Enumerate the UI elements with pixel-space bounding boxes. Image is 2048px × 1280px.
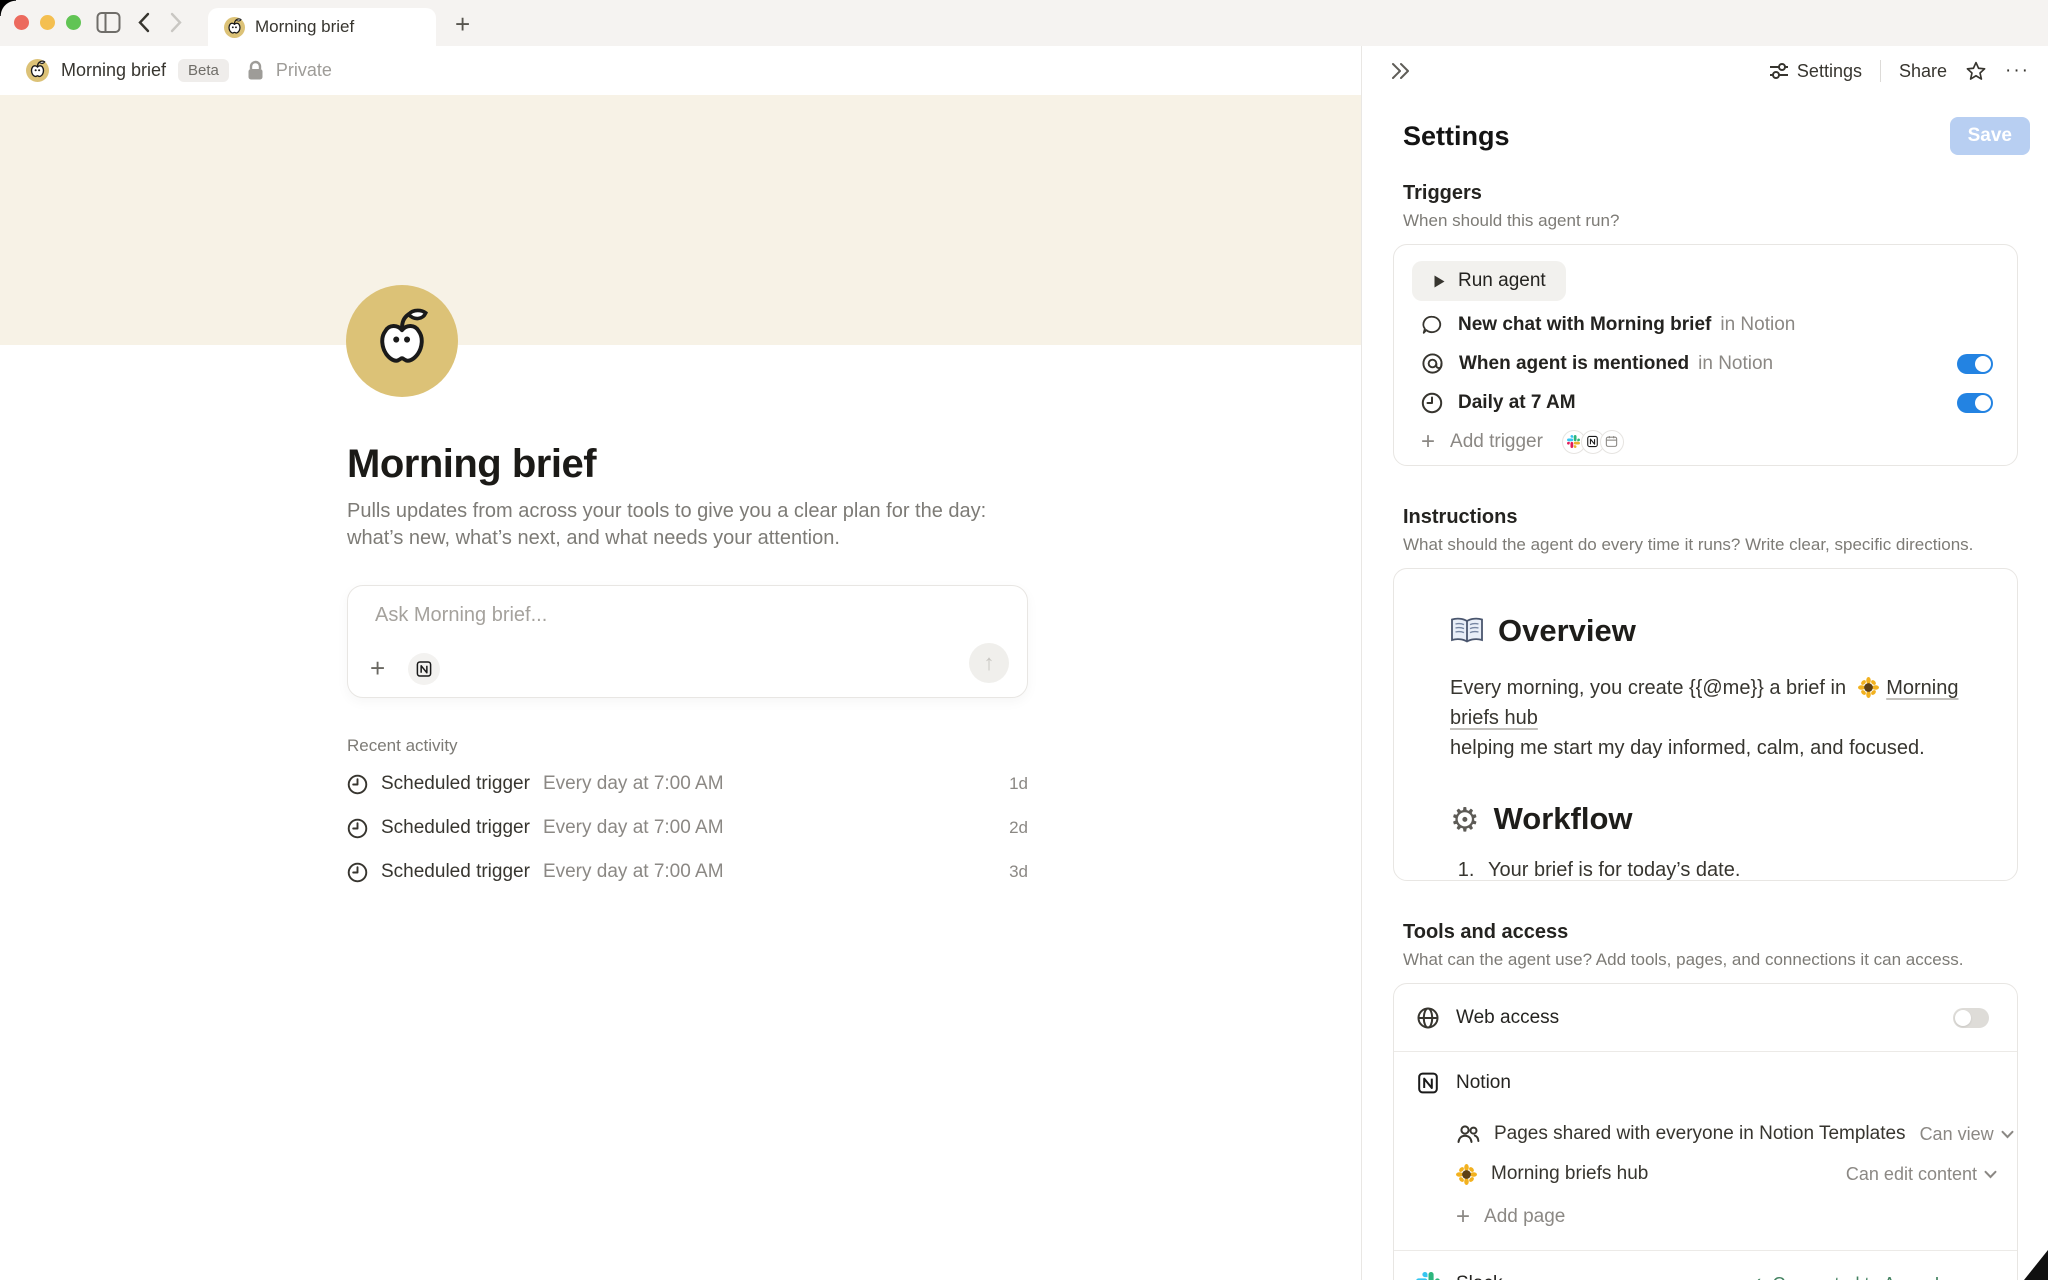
lock-icon bbox=[247, 60, 264, 81]
traffic-light-close[interactable] bbox=[14, 15, 29, 30]
breadcrumb: Morning brief Beta Private bbox=[0, 46, 1361, 95]
play-icon bbox=[1432, 274, 1446, 289]
add-trigger-row[interactable]: + Add trigger bbox=[1410, 422, 2001, 461]
browser-tab-morning-brief[interactable]: Morning brief bbox=[208, 8, 436, 46]
notion-icon bbox=[1416, 1071, 1440, 1095]
traffic-light-minimize[interactable] bbox=[40, 15, 55, 30]
recent-activity-row[interactable]: Scheduled trigger Every day at 7:00 AM 3… bbox=[347, 850, 1028, 894]
recent-activity-row[interactable]: Scheduled trigger Every day at 7:00 AM 2… bbox=[347, 806, 1028, 850]
collapse-panel-icon[interactable] bbox=[1390, 62, 1412, 80]
chat-bubble-icon bbox=[1421, 314, 1443, 336]
slack-connection-row[interactable]: Slack ✓ Connected to Acme Inc ··· bbox=[1394, 1251, 2017, 1280]
clock-icon bbox=[347, 774, 368, 795]
open-book-icon bbox=[1450, 617, 1484, 645]
trigger-row-mentioned[interactable]: When agent is mentioned in Notion bbox=[1410, 344, 2001, 383]
send-button[interactable]: ↑ bbox=[969, 643, 1009, 683]
sliders-icon bbox=[1769, 62, 1789, 80]
web-access-row[interactable]: Web access bbox=[1394, 984, 2017, 1051]
chevron-down-icon bbox=[2001, 1130, 2014, 1139]
tools-heading: Tools and access bbox=[1403, 921, 2018, 944]
triggers-subheading: When should this agent run? bbox=[1403, 211, 2018, 231]
mentioned-toggle[interactable] bbox=[1957, 354, 1993, 374]
globe-icon bbox=[1416, 1006, 1440, 1030]
beta-badge: Beta bbox=[178, 59, 229, 82]
calendar-mini-icon bbox=[1600, 430, 1624, 454]
clock-icon bbox=[347, 862, 368, 883]
triggers-card: Run agent New chat with Morning brief in… bbox=[1393, 244, 2018, 466]
window-tab-bar: Morning brief + bbox=[0, 0, 2048, 46]
header-separator bbox=[1880, 60, 1881, 82]
breadcrumb-page-title[interactable]: Morning brief bbox=[61, 60, 166, 81]
notion-page-row-hub[interactable]: Morning briefs hub Can edit content bbox=[1394, 1154, 2017, 1194]
at-mention-icon bbox=[1421, 352, 1444, 375]
slack-icon bbox=[1416, 1272, 1440, 1280]
privacy-label[interactable]: Private bbox=[276, 60, 332, 81]
attach-plus-icon[interactable]: + bbox=[370, 655, 385, 681]
run-agent-button[interactable]: Run agent bbox=[1412, 261, 1566, 301]
trigger-source-icons bbox=[1562, 430, 1624, 454]
tools-subheading: What can the agent use? Add tools, pages… bbox=[1403, 950, 2018, 970]
triggers-heading: Triggers bbox=[1403, 182, 2018, 205]
forward-icon[interactable] bbox=[170, 12, 183, 33]
tab-title: Morning brief bbox=[255, 17, 354, 37]
instructions-editor[interactable]: Overview Every morning, you create {{@me… bbox=[1393, 568, 2018, 881]
favorite-star-icon[interactable] bbox=[1965, 60, 1987, 82]
sunflower-icon bbox=[1456, 1164, 1477, 1185]
overview-heading: Overview bbox=[1450, 613, 1971, 649]
more-options-icon[interactable]: ··· bbox=[2005, 60, 2030, 82]
overview-paragraph: Every morning, you create {{@me}} a brie… bbox=[1450, 673, 1971, 763]
web-access-toggle[interactable] bbox=[1953, 1008, 1989, 1028]
ask-agent-input[interactable]: Ask Morning brief... + ↑ bbox=[347, 585, 1028, 698]
sidebar-toggle-icon[interactable] bbox=[96, 11, 121, 34]
breadcrumb-apple-avatar-icon bbox=[26, 59, 49, 82]
permission-dropdown[interactable]: Can edit content bbox=[1846, 1164, 1997, 1185]
page-title: Morning brief bbox=[347, 442, 1028, 487]
people-icon bbox=[1456, 1123, 1480, 1145]
instructions-subheading: What should the agent do every time it r… bbox=[1403, 535, 2018, 555]
slack-status: ✓ Connected to Acme Inc ··· bbox=[1748, 1274, 1995, 1280]
notion-context-chip[interactable] bbox=[408, 653, 440, 685]
recent-activity-row[interactable]: Scheduled trigger Every day at 7:00 AM 1… bbox=[347, 762, 1028, 806]
ask-input-placeholder: Ask Morning brief... bbox=[375, 604, 547, 627]
clock-icon bbox=[347, 818, 368, 839]
tools-card: Web access Notion Pages shared with ever… bbox=[1393, 983, 2018, 1280]
notion-page-row-shared[interactable]: Pages shared with everyone in Notion Tem… bbox=[1394, 1114, 2017, 1154]
panel-header: Settings Share ··· bbox=[1362, 46, 2048, 96]
workflow-step: Your brief is for today’s date. bbox=[1480, 857, 1971, 881]
share-button[interactable]: Share bbox=[1899, 61, 1947, 82]
settings-panel: Settings Share ··· Settings Save Trigger… bbox=[1362, 46, 2048, 1280]
page-cover-banner bbox=[0, 95, 1361, 345]
add-page-row[interactable]: + Add page bbox=[1394, 1194, 2017, 1240]
settings-title: Settings bbox=[1403, 121, 1510, 152]
new-tab-icon[interactable]: + bbox=[455, 9, 470, 40]
slack-more-icon[interactable]: ··· bbox=[1974, 1274, 1995, 1280]
instructions-heading: Instructions bbox=[1403, 506, 2018, 529]
sunflower-icon bbox=[1858, 677, 1879, 698]
workflow-steps: Your brief is for today’s date. Search a… bbox=[1450, 857, 1971, 881]
gear-icon: ⚙ bbox=[1450, 803, 1480, 836]
tab-apple-avatar-icon bbox=[224, 17, 245, 38]
plus-icon: + bbox=[1421, 432, 1435, 452]
recent-activity-list: Scheduled trigger Every day at 7:00 AM 1… bbox=[347, 762, 1028, 894]
agent-avatar[interactable] bbox=[346, 285, 458, 397]
chevron-down-icon bbox=[1984, 1170, 1997, 1179]
back-icon[interactable] bbox=[137, 12, 150, 33]
traffic-light-zoom[interactable] bbox=[66, 15, 81, 30]
permission-dropdown[interactable]: Can view bbox=[1920, 1124, 2014, 1145]
main-content: Morning brief Pulls updates from across … bbox=[0, 95, 1361, 1280]
plus-icon: + bbox=[1456, 1207, 1470, 1227]
page-description: Pulls updates from across your tools to … bbox=[347, 498, 1028, 552]
check-icon: ✓ bbox=[1748, 1274, 1763, 1280]
recent-activity-label: Recent activity bbox=[347, 736, 1028, 756]
workflow-heading: ⚙ Workflow bbox=[1450, 801, 1971, 837]
save-button[interactable]: Save bbox=[1950, 117, 2030, 155]
daily-toggle[interactable] bbox=[1957, 393, 1993, 413]
notion-connection-row[interactable]: Notion bbox=[1394, 1052, 2017, 1114]
trigger-row-daily[interactable]: Daily at 7 AM bbox=[1410, 383, 2001, 422]
tab-settings[interactable]: Settings bbox=[1769, 61, 1862, 82]
clock-icon bbox=[1421, 392, 1443, 414]
trigger-row-new-chat[interactable]: New chat with Morning brief in Notion bbox=[1410, 305, 2001, 344]
window-corner bbox=[0, 0, 16, 16]
